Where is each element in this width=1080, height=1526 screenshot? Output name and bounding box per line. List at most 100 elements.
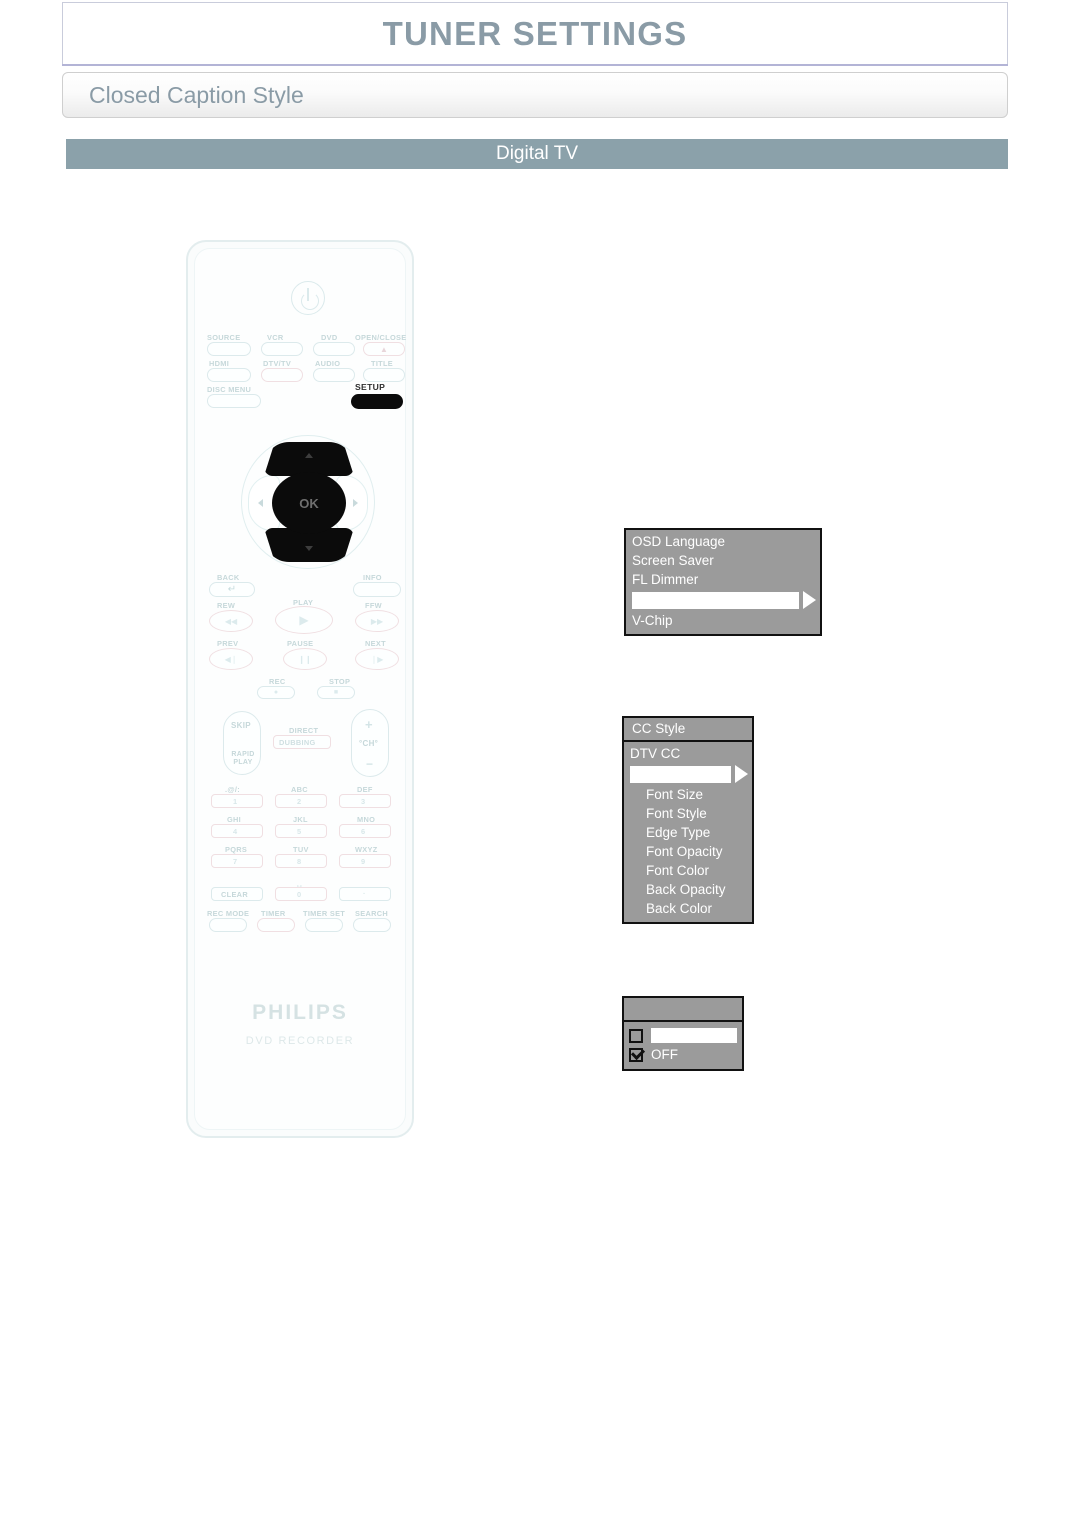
ok-button[interactable]: OK bbox=[272, 472, 346, 534]
checkbox-checked-icon[interactable] bbox=[629, 1047, 643, 1062]
key-3-digit: 3 bbox=[361, 797, 366, 806]
source-button[interactable] bbox=[207, 342, 251, 356]
rew-button-label: REW bbox=[217, 601, 236, 610]
arrow-up-icon bbox=[305, 453, 313, 458]
back-arrow-icon: ↵ bbox=[227, 584, 237, 595]
stop-icon: ■ bbox=[333, 689, 339, 696]
timer-set-label: TIMER SET bbox=[303, 909, 346, 918]
dvd-button[interactable] bbox=[313, 342, 355, 356]
channel-label: °CH° bbox=[359, 739, 379, 748]
header-divider bbox=[62, 64, 1008, 66]
dpad-up-button[interactable] bbox=[264, 442, 354, 476]
dot-label: · bbox=[363, 889, 366, 898]
menu-item[interactable]: V-Chip bbox=[626, 611, 820, 630]
key-2-digit: 2 bbox=[297, 797, 302, 806]
rec-button-label: REC bbox=[269, 677, 286, 686]
power-icon[interactable] bbox=[291, 281, 325, 315]
timer-label: TIMER bbox=[261, 909, 286, 918]
key-2-letters: ABC bbox=[291, 785, 308, 794]
product-type-label: DVD RECORDER bbox=[245, 1035, 355, 1047]
audio-button-label: AUDIO bbox=[315, 359, 341, 368]
menu-item[interactable]: Font Opacity bbox=[624, 842, 752, 861]
remote-body: SOURCE VCR DVD OPEN/CLOSE ▲ HDMI DTV/TV … bbox=[194, 248, 406, 1130]
arrow-right-icon bbox=[353, 499, 358, 507]
menu-item[interactable]: DTV CC bbox=[624, 742, 752, 763]
open-close-button-label: OPEN/CLOSE bbox=[355, 333, 407, 342]
menu-item-highlighted[interactable] bbox=[624, 763, 752, 785]
pause-icon: ❙❙ bbox=[298, 654, 312, 664]
eject-icon: ▲ bbox=[380, 344, 388, 354]
rec-mode-label: REC MODE bbox=[207, 909, 250, 918]
rapid-play-label: RAPID PLAY bbox=[231, 751, 255, 766]
menu-item[interactable]: FL Dimmer bbox=[626, 570, 820, 589]
key-9-digit: 9 bbox=[361, 857, 366, 866]
pause-button-label: PAUSE bbox=[287, 639, 314, 648]
remote-control-illustration: SOURCE VCR DVD OPEN/CLOSE ▲ HDMI DTV/TV … bbox=[186, 240, 414, 1138]
dtv-tv-button[interactable] bbox=[261, 368, 303, 382]
option-row-highlighted[interactable] bbox=[624, 1026, 742, 1045]
dubbing-label: DUBBING bbox=[279, 738, 316, 747]
menu-item[interactable]: Font Style bbox=[624, 804, 752, 823]
title-button-label: TITLE bbox=[371, 359, 394, 368]
skip-label: SKIP bbox=[231, 721, 251, 730]
prev-button-label: PREV bbox=[217, 639, 239, 648]
disc-menu-button-label: DISC MENU bbox=[207, 385, 252, 394]
arrow-left-icon bbox=[258, 499, 263, 507]
dvd-button-label: DVD bbox=[321, 333, 338, 342]
chevron-right-icon bbox=[803, 591, 816, 609]
info-button[interactable] bbox=[353, 582, 401, 597]
option-label: OFF bbox=[651, 1047, 678, 1062]
key-1-letters: .@/: bbox=[225, 785, 240, 794]
option-row[interactable]: OFF bbox=[624, 1045, 742, 1064]
vcr-button[interactable] bbox=[261, 342, 303, 356]
previous-icon: ◀❘ bbox=[224, 654, 238, 664]
stop-button-label: STOP bbox=[329, 677, 351, 686]
search-button[interactable] bbox=[353, 918, 391, 932]
menu-item[interactable]: Edge Type bbox=[624, 823, 752, 842]
osd-on-off-menu: OFF bbox=[622, 996, 744, 1071]
record-icon: ● bbox=[273, 689, 279, 696]
fast-forward-icon: ▶▶ bbox=[370, 616, 384, 626]
clear-label: CLEAR bbox=[221, 890, 248, 899]
source-button-label: SOURCE bbox=[207, 333, 241, 342]
menu-item[interactable]: Font Size bbox=[624, 785, 752, 804]
next-icon: ❘▶ bbox=[370, 654, 384, 664]
setup-button[interactable] bbox=[351, 394, 403, 409]
menu-item[interactable]: Back Opacity bbox=[624, 880, 752, 899]
disc-menu-button[interactable] bbox=[207, 394, 261, 408]
osd-cc-style-menu: CC Style DTV CC Font Size Font Style Edg… bbox=[622, 716, 754, 924]
key-7-digit: 7 bbox=[233, 857, 238, 866]
title-button[interactable] bbox=[363, 368, 405, 382]
subsection-bar: Digital TV bbox=[66, 139, 1008, 169]
channel-minus-label: − bbox=[366, 757, 374, 771]
menu-item[interactable]: Font Color bbox=[624, 861, 752, 880]
section-title: Closed Caption Style bbox=[89, 81, 304, 108]
page-title: TUNER SETTINGS bbox=[382, 14, 688, 52]
menu-item[interactable]: Screen Saver bbox=[626, 551, 820, 570]
timer-set-button[interactable] bbox=[305, 918, 343, 932]
menu-item[interactable]: OSD Language bbox=[626, 532, 820, 551]
audio-button[interactable] bbox=[313, 368, 355, 382]
chevron-right-icon bbox=[735, 765, 748, 783]
key-6-letters: MNO bbox=[357, 815, 376, 824]
menu-item-highlighted[interactable] bbox=[626, 589, 820, 611]
setup-button-label: SETUP bbox=[355, 382, 386, 392]
key-8-letters: TUV bbox=[293, 845, 309, 854]
play-icon: ▶ bbox=[299, 613, 309, 627]
key-7-letters: PQRS bbox=[225, 845, 248, 854]
highlight-bar bbox=[632, 591, 799, 609]
rec-mode-button[interactable] bbox=[209, 918, 247, 932]
vcr-button-label: VCR bbox=[267, 333, 284, 342]
dpad[interactable]: OK bbox=[241, 435, 375, 569]
arrow-down-icon bbox=[305, 546, 313, 551]
highlight-bar bbox=[630, 765, 731, 783]
key-9-letters: WXYZ bbox=[355, 845, 378, 854]
timer-button[interactable] bbox=[257, 918, 295, 932]
hdmi-button[interactable] bbox=[207, 368, 251, 382]
back-button-label: BACK bbox=[217, 573, 240, 582]
menu-item[interactable]: Back Color bbox=[624, 899, 752, 918]
next-button-label: NEXT bbox=[365, 639, 386, 648]
key-0-digit: 0 bbox=[297, 890, 302, 899]
hdmi-button-label: HDMI bbox=[209, 359, 230, 368]
checkbox-unchecked-icon[interactable] bbox=[629, 1028, 643, 1043]
